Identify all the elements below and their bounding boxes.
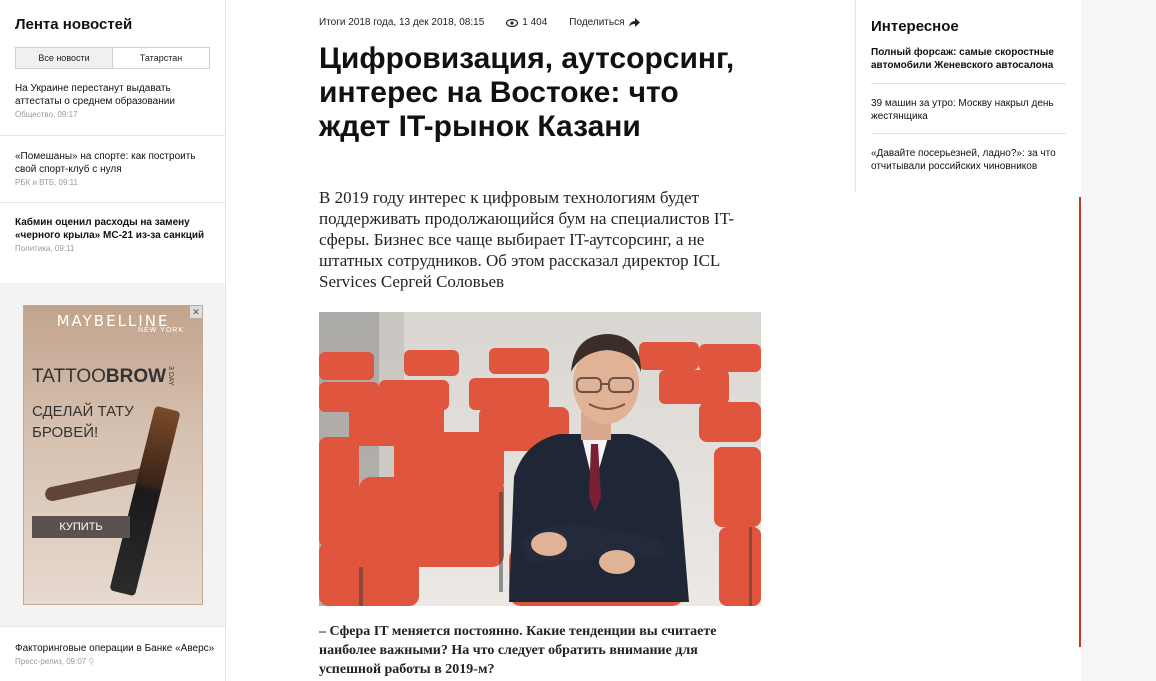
news-item[interactable]: На Украине перестанут выдавать аттестаты… [0,82,225,119]
news-item-meta: Пресс-релиз, 09:07 ⚲ [15,657,215,666]
ad-headline: СДЕЛАЙ ТАТУ БРОВЕЙ! [32,403,134,441]
news-item-title[interactable]: «Помешаны» на спорте: как построить свой… [15,150,210,176]
interesting-item[interactable]: «Давайте посерьезней, ладно?»: за что от… [871,147,1066,173]
news-item-meta: Общество, 09:17 [15,110,78,119]
article-question: – Сфера IT меняется постоянно. Какие тен… [319,624,717,677]
news-item-meta: Политика, 09:11 [15,244,75,253]
news-item-title[interactable]: Факторинговые операции в Банке «Аверс» [15,642,215,655]
tab-all-news[interactable]: Все новости [16,48,113,68]
views-count: 1 404 [522,17,548,28]
ad-brand-sub: NEW YORK [138,327,184,334]
article-section-date[interactable]: Итоги 2018 года, 13 дек 2018, 08:15 [319,17,484,28]
ad-buy-button[interactable]: КУПИТЬ [32,516,130,538]
divider [871,83,1066,84]
news-item-title[interactable]: Кабмин оценил расходы на замену «черного… [15,216,210,242]
divider [0,202,225,203]
news-item[interactable]: Кабмин оценил расходы на замену «черного… [0,216,225,253]
location-pin-icon: ⚲ [88,657,95,666]
scroll-accent-line [1079,197,1081,647]
share-label: Поделиться [569,17,625,28]
divider [0,135,225,136]
article-lead: В 2019 году интерес к цифровым технологи… [319,188,735,291]
ad-brow-text: BROW [105,366,167,387]
news-item-meta: РБК и ВТБ, 09:11 [15,178,78,187]
ad-tattoo-text: TATTOO [32,366,106,387]
news-feed-tabs: Все новости Татарстан [15,47,210,69]
interesting-title: Интересное [871,18,959,35]
news-item[interactable]: «Помешаны» на спорте: как построить свой… [0,150,225,187]
ad-product-name: TATTOOBROW [32,366,166,388]
tab-tatarstan[interactable]: Татарстан [113,48,209,68]
divider [871,133,1066,134]
share-arrow-icon [628,18,640,27]
interesting-item[interactable]: Полный форсаж: самые скоростные автомоби… [871,46,1066,72]
news-item-title[interactable]: На Украине перестанут выдавать аттестаты… [15,82,210,108]
news-item-meta-text: Пресс-релиз, 09:07 [15,657,87,666]
share-button[interactable]: Поделиться [569,17,640,28]
news-item[interactable]: Факторинговые операции в Банке «Аверс» П… [15,642,215,666]
interesting-item[interactable]: 39 машин за утро: Москву накрыл день жес… [871,97,1066,123]
interesting-sidebar: Интересное Полный форсаж: самые скоростн… [855,0,1080,193]
views-counter: 1 404 [506,17,547,28]
divider [0,626,225,627]
article-title: Цифровизация, аутсорсинг, интерес на Вос… [319,42,735,143]
speaker-in-conference-hall-image [319,312,761,606]
ad-days-text: 3 DAY [167,366,174,386]
news-feed-title: Лента новостей [15,16,133,33]
article-meta: Итоги 2018 года, 13 дек 2018, 08:15 1 40… [319,17,640,28]
page-background-right [1081,0,1156,681]
maybelline-ad-banner[interactable]: ✕ MAYBELLINE NEW YORK TATTOOBROW 3 DAY С… [23,305,203,605]
article-photo [319,312,761,606]
eye-icon [506,18,519,27]
